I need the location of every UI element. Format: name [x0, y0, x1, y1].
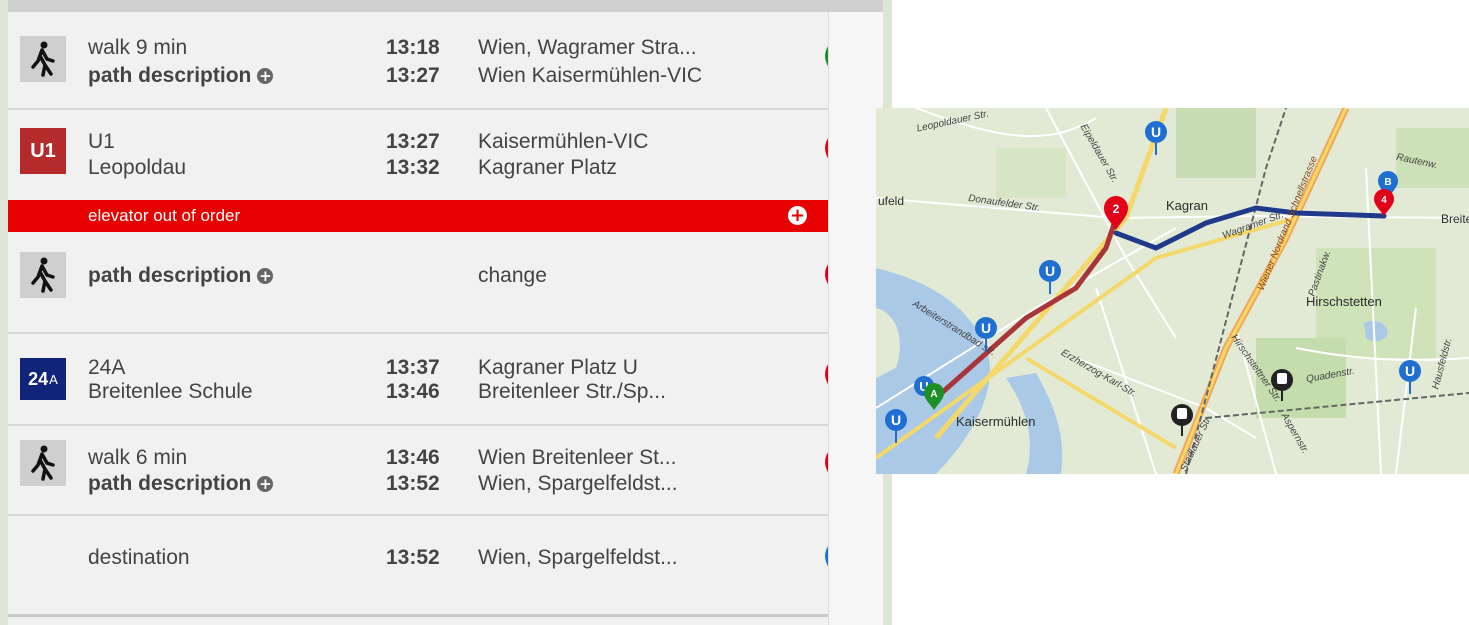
segment-line1: walk 6 min	[88, 446, 188, 469]
segment-line1: walk 9 min	[88, 36, 188, 59]
walk-icon	[20, 440, 66, 486]
departure-time: 13:37	[386, 356, 440, 379]
destination-stop: Wien, Spargelfeldst...	[478, 546, 678, 569]
arrival-time: 13:46	[386, 380, 440, 403]
map-marker-2-icon[interactable]: 2	[1104, 196, 1128, 230]
line-name: 24A	[88, 356, 126, 379]
plus-circle-icon: +	[257, 267, 274, 285]
plus-circle-icon: +	[257, 67, 274, 85]
svg-text:U: U	[1151, 124, 1161, 140]
segment-change[interactable]: path description+ change 2	[8, 232, 859, 334]
svg-text:U: U	[981, 320, 991, 336]
destination-label: destination	[88, 546, 190, 569]
segment-bus-24a[interactable]: 24 A 24A Breitenlee Schule 13:37 13:46 Ka…	[8, 334, 859, 426]
line-direction: Breitenlee Schule	[88, 380, 253, 403]
segment-walk-1[interactable]: walk 9 min path description + 13:18 13:27…	[8, 22, 859, 110]
subway-stop-icon[interactable]: U	[885, 409, 907, 443]
departure-time: 13:27	[386, 130, 440, 153]
subway-stop-icon[interactable]: U	[1399, 360, 1421, 394]
plus-circle-icon: +	[257, 475, 274, 493]
map-overlay: U U U U U U 2 B 4 A	[885, 121, 1421, 443]
line-direction: Leopoldau	[88, 156, 187, 179]
svg-text:4: 4	[1381, 195, 1387, 206]
departure-stop: Wien Breitenleer St...	[478, 446, 677, 469]
arrival-stop: Wien, Spargelfeldst...	[478, 472, 678, 495]
arrival-stop: Wien Kaisermühlen-VIC	[478, 64, 703, 87]
train-station-icon[interactable]	[1271, 369, 1293, 401]
departure-time: 13:18	[386, 36, 440, 59]
change-label: change	[478, 264, 547, 287]
svg-text:B: B	[1384, 177, 1391, 188]
departure-stop: Kagraner Platz U	[478, 356, 638, 379]
line-name: U1	[88, 130, 115, 153]
subway-stop-icon[interactable]: U	[1039, 260, 1061, 294]
bus-24a-line-badge: 24 A	[20, 358, 66, 400]
map-marker-4-icon[interactable]: 4	[1374, 189, 1394, 216]
elevator-alert-bar[interactable]: elevator out of order +	[8, 200, 882, 232]
segment-subway-u1[interactable]: U1 U1 Leopoldau 13:27 13:32 Kaisermühlen…	[8, 110, 859, 200]
departure-time: 13:46	[386, 446, 440, 469]
arrival-time: 13:32	[386, 156, 440, 179]
svg-text:U: U	[891, 412, 901, 428]
path-description-link[interactable]: path description +	[88, 264, 274, 288]
path-description-link[interactable]: path description +	[88, 472, 274, 496]
scrollbar-track[interactable]	[828, 12, 883, 625]
plus-circle-icon[interactable]: +	[788, 206, 807, 225]
u1-line-badge: U1	[20, 128, 66, 174]
svg-text:2: 2	[1113, 202, 1120, 216]
walk-icon	[20, 36, 66, 82]
train-station-icon[interactable]	[1171, 404, 1193, 436]
arrival-stop: Kagraner Platz	[478, 156, 617, 179]
walk-icon	[20, 252, 66, 298]
arrival-time: 13:52	[386, 546, 440, 569]
departure-stop: Kaisermühlen-VIC	[478, 130, 649, 153]
arrival-stop: Breitenleer Str./Sp...	[478, 380, 666, 403]
arrival-time: 13:27	[386, 64, 440, 87]
panel-top-bar	[8, 0, 882, 12]
svg-text:A: A	[930, 389, 937, 400]
path-description-link[interactable]: path description +	[88, 64, 274, 88]
itinerary-panel: walk 9 min path description + 13:18 13:27…	[8, 0, 883, 625]
route-map[interactable]: Leopoldauer Str. Eipeldauer Str. Rautenw…	[876, 108, 1469, 474]
subway-stop-icon[interactable]: U	[1145, 121, 1167, 155]
alert-text: elevator out of order	[88, 206, 241, 225]
subway-stop-icon[interactable]: U	[975, 317, 997, 351]
segment-destination[interactable]: destination 13:52 Wien, Spargelfeldst...…	[8, 516, 859, 617]
segment-walk-2[interactable]: walk 6 min path description + 13:46 13:52…	[8, 426, 859, 516]
svg-text:U: U	[1405, 363, 1415, 379]
arrival-time: 13:52	[386, 472, 440, 495]
departure-stop: Wien, Wagramer Stra...	[478, 36, 697, 59]
map-marker-a-icon[interactable]: A	[924, 383, 944, 410]
svg-text:U: U	[1045, 263, 1055, 279]
